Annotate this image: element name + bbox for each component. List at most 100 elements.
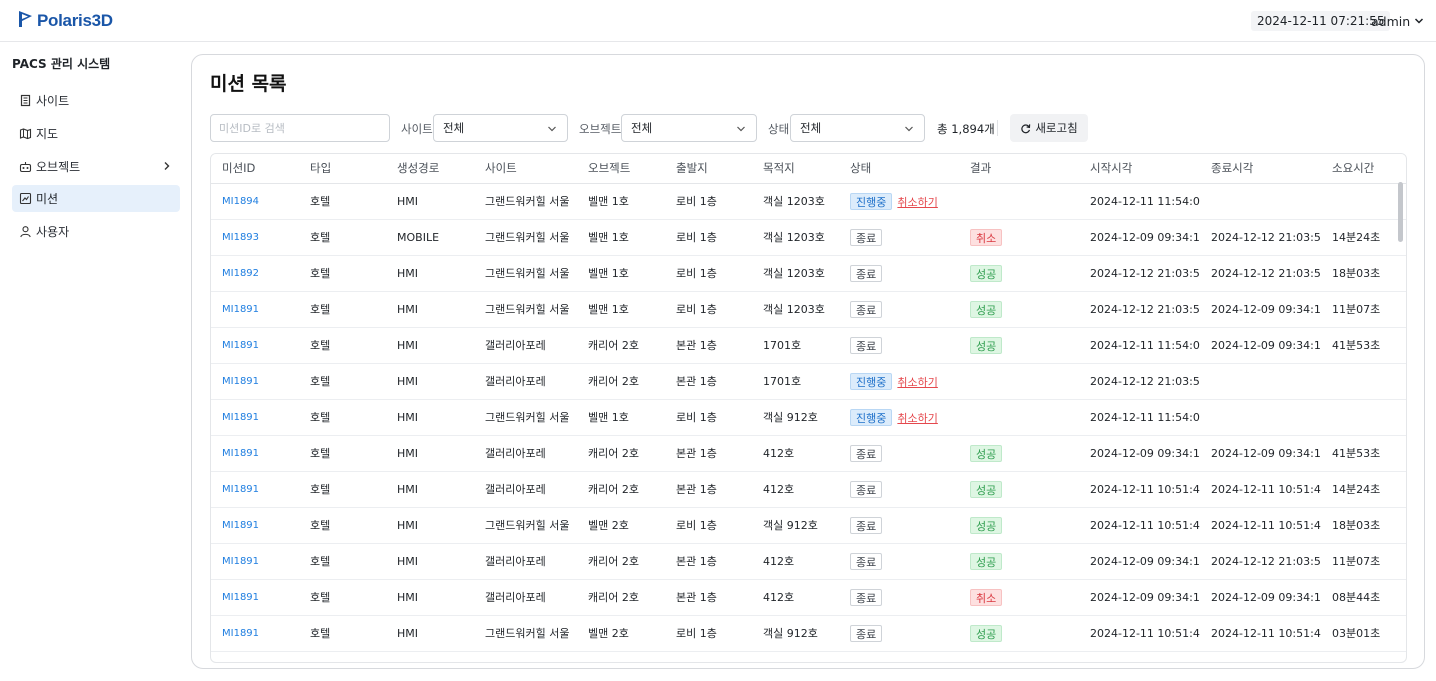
table-row[interactable]: MI1891 호텔 HMI 그랜드워커힐 서울 벨맨 1호 로비 1층 객실 1203호 종료… (211, 291, 1406, 328)
destination-cell: 객실 1203호 (752, 219, 839, 256)
site-cell: 그랜드워커힐 서울 (474, 507, 577, 544)
table-row[interactable]: MI1891 호텔 HMI 그랜드워커힐 서울 벨맨 2호 로비 1층 객실 912호 종료 성… (211, 507, 1406, 544)
start-time-cell: 2024-12-12 21:03:55 (1079, 291, 1200, 328)
sidebar-item-object[interactable]: 오브젝트 (12, 153, 180, 180)
result-cell: 성공 (959, 615, 1079, 652)
table-row[interactable]: MI1891 호텔 HMI 갤러리아포레 캐리어 2호 본관 1층 412호 종료 취소 2024… (211, 579, 1406, 616)
mission-search-input[interactable] (210, 114, 390, 142)
end-time-cell: 2024-12-09 09:34:17 (1200, 579, 1321, 616)
object-cell: 벨맨 2호 (577, 507, 665, 544)
mission-id-link[interactable]: MI1891 (211, 507, 299, 544)
mission-id-link[interactable]: MI1893 (211, 219, 299, 256)
table-row[interactable]: MI1891 호텔 HMI 갤러리아포레 캐리어 2호 본관 1층 412호 종료 성공 2024… (211, 543, 1406, 580)
status-badge: 종료 (850, 552, 883, 570)
column-header[interactable]: 생성경로 (386, 154, 474, 184)
mission-type-cell: 호텔 (299, 291, 386, 328)
object-cell: 벨맨 1호 (577, 291, 665, 328)
site-cell: 갤러리아포레 (474, 579, 577, 616)
sidebar-item-label: 사용자 (36, 225, 70, 239)
sidebar-item-label: 오브젝트 (36, 160, 81, 174)
cancel-mission-link[interactable]: 취소하기 (897, 196, 937, 209)
logo[interactable]: Polaris3D (18, 11, 113, 31)
mission-id-link[interactable]: MI1891 (211, 291, 299, 328)
duration-cell: 14분24초 (1321, 471, 1406, 508)
missions-table-container: 미션ID 타입 생성경로 사이트 오브젝트 출발지 목적지 상태 결과 시작시각… (210, 153, 1407, 663)
table-row[interactable]: MI1891 호텔 HMI 갤러리아포레 캐리어 2호 본관 1층 1701호 종료 성공 202… (211, 327, 1406, 364)
duration-cell: 41분53초 (1321, 435, 1406, 472)
result-badge: 성공 (970, 552, 1003, 570)
site-cell: 갤러리아포레 (474, 363, 577, 400)
site-cell: 그랜드워커힐 서울 (474, 255, 577, 292)
mission-id-link[interactable]: MI1894 (211, 183, 299, 220)
destination-cell: 1701호 (752, 327, 839, 364)
result-badge: 성공 (970, 264, 1003, 282)
mission-type-cell: 호텔 (299, 327, 386, 364)
table-header-row: 미션ID 타입 생성경로 사이트 오브젝트 출발지 목적지 상태 결과 시작시각… (211, 154, 1406, 184)
object-filter-select[interactable]: 전체 (621, 114, 757, 142)
mission-id-link[interactable]: MI1891 (211, 543, 299, 580)
object-cell: 캐리어 2호 (577, 363, 665, 400)
table-row[interactable]: MI1891 호텔 HMI 그랜드워커힐 서울 벨맨 1호 로비 1층 객실 912호 진행중… (211, 399, 1406, 436)
column-header[interactable]: 종료시각 (1200, 154, 1321, 184)
table-row[interactable]: MI1891 호텔 HMI 갤러리아포레 캐리어 2호 본관 1층 412호 종료 성공 2024… (211, 471, 1406, 508)
table-row[interactable]: MI1891 호텔 HMI 그랜드워커힐 서울 벨맨 2호 로비 1층 객실 912호 종료 성… (211, 615, 1406, 652)
result-badge: 취소 (970, 228, 1003, 246)
mission-id-link[interactable]: MI1891 (211, 435, 299, 472)
mission-icon (19, 192, 32, 205)
refresh-button[interactable]: 새로고침 (1010, 114, 1088, 142)
column-header[interactable]: 시작시각 (1079, 154, 1200, 184)
status-badge: 종료 (850, 264, 883, 282)
table-body: MI1894 호텔 HMI 그랜드워커힐 서울 벨맨 1호 로비 1층 객실 1203호 진행… (211, 183, 1406, 652)
table-row[interactable]: MI1893 호텔 MOBILE 그랜드워커힐 서울 벨맨 1호 로비 1층 객실 1203… (211, 219, 1406, 256)
cancel-mission-link[interactable]: 취소하기 (897, 412, 937, 425)
sidebar-item-site[interactable]: 사이트 (12, 87, 180, 114)
origin-cell: 로비 1층 (665, 615, 752, 652)
column-header[interactable]: 결과 (959, 154, 1079, 184)
site-filter-select[interactable]: 전체 (433, 114, 568, 142)
column-header[interactable]: 출발지 (665, 154, 752, 184)
mission-id-link[interactable]: MI1891 (211, 615, 299, 652)
table-row[interactable]: MI1892 호텔 HMI 그랜드워커힐 서울 벨맨 1호 로비 1층 객실 1203호 종료… (211, 255, 1406, 292)
column-header[interactable]: 미션ID (211, 154, 299, 184)
cancel-mission-link[interactable]: 취소하기 (897, 376, 937, 389)
duration-cell: 18분03초 (1321, 507, 1406, 544)
source-cell: HMI (386, 183, 474, 220)
duration-cell: 08분44초 (1321, 579, 1406, 616)
building-icon (19, 94, 32, 107)
mission-id-link[interactable]: MI1891 (211, 363, 299, 400)
mission-id-link[interactable]: MI1891 (211, 471, 299, 508)
mission-id-link[interactable]: MI1891 (211, 327, 299, 364)
status-cell: 종료 (839, 615, 959, 652)
column-header[interactable]: 소요시간 (1321, 154, 1406, 184)
result-cell (959, 363, 1079, 400)
sidebar-item-user[interactable]: 사용자 (12, 218, 180, 245)
result-cell (959, 183, 1079, 220)
mission-id-link[interactable]: MI1891 (211, 579, 299, 616)
mission-id-link[interactable]: MI1892 (211, 255, 299, 292)
site-cell: 갤러리아포레 (474, 435, 577, 472)
status-filter-select[interactable]: 전체 (790, 114, 925, 142)
object-cell: 벨맨 1호 (577, 399, 665, 436)
source-cell: HMI (386, 327, 474, 364)
duration-cell (1321, 183, 1406, 220)
user-menu[interactable]: admin (1371, 11, 1424, 31)
column-header[interactable]: 사이트 (474, 154, 577, 184)
column-header[interactable]: 상태 (839, 154, 959, 184)
table-row[interactable]: MI1894 호텔 HMI 그랜드워커힐 서울 벨맨 1호 로비 1층 객실 1203호 진행… (211, 183, 1406, 220)
mission-id-link[interactable]: MI1891 (211, 399, 299, 436)
column-header[interactable]: 오브젝트 (577, 154, 665, 184)
table-row[interactable]: MI1891 호텔 HMI 갤러리아포레 캐리어 2호 본관 1층 412호 종료 성공 2024… (211, 435, 1406, 472)
destination-cell: 1701호 (752, 363, 839, 400)
sidebar-item-mission[interactable]: 미션 (12, 185, 180, 212)
result-cell: 성공 (959, 543, 1079, 580)
sidebar-item-map[interactable]: 지도 (12, 120, 180, 147)
table-row[interactable]: MI1891 호텔 HMI 갤러리아포레 캐리어 2호 본관 1층 1701호 진행중 취소하기… (211, 363, 1406, 400)
result-badge: 성공 (970, 480, 1003, 498)
column-header[interactable]: 목적지 (752, 154, 839, 184)
table-scrollbar[interactable] (1398, 182, 1403, 242)
result-badge: 성공 (970, 300, 1003, 318)
origin-cell: 로비 1층 (665, 219, 752, 256)
column-header[interactable]: 타입 (299, 154, 386, 184)
start-time-cell: 2024-12-11 10:51:44 (1079, 615, 1200, 652)
mission-type-cell: 호텔 (299, 579, 386, 616)
